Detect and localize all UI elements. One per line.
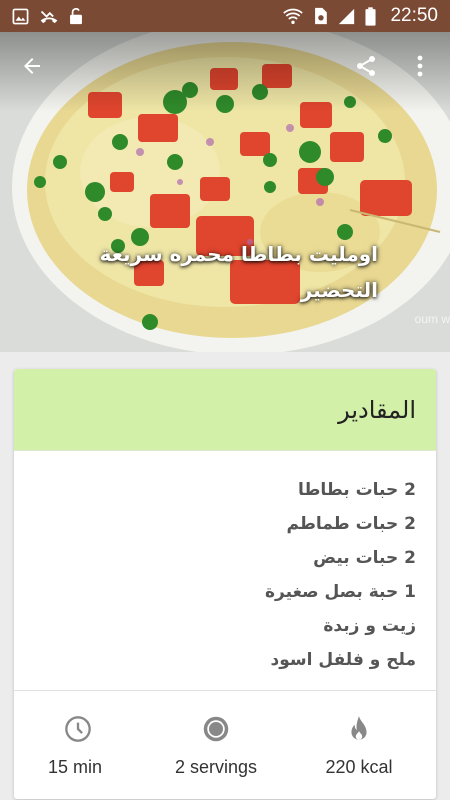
ingredient-item: 2 حبات طماطم <box>286 514 416 534</box>
ingredient-item: 2 حبات بطاطا <box>297 480 416 500</box>
app-bar <box>0 32 450 100</box>
more-options-button[interactable] <box>402 48 438 84</box>
app-bar-actions <box>348 48 438 84</box>
signal-icon <box>338 8 355 25</box>
ingredient-item: 2 حبات بيض <box>313 548 416 568</box>
share-button[interactable] <box>348 48 384 84</box>
status-left <box>12 7 83 25</box>
recipe-hero-image: اومليت بطاطا محمره سريعة التحضير oum w <box>0 32 450 352</box>
status-bar: 22:50 <box>0 0 450 32</box>
ingredients-list: 2 حبات بطاطا 2 حبات طماطم 2 حبات بيض 1 ح… <box>14 369 436 677</box>
battery-icon <box>365 6 376 26</box>
photo-watermark: oum w <box>414 312 450 326</box>
ingredients-card: المقادير 2 حبات بطاطا 2 حبات طماطم 2 حبا… <box>14 369 436 799</box>
stat-time: 15 min <box>48 691 128 799</box>
arrow-back-icon <box>24 58 40 74</box>
clock-icon <box>64 715 92 747</box>
status-right: 22:50 <box>283 5 438 27</box>
wifi-icon <box>283 8 304 25</box>
sim-icon <box>313 7 328 25</box>
recipe-title: اومليت بطاطا محمره سريعة التحضير <box>99 242 378 302</box>
ingredient-item: 1 حبة بصل صغيرة <box>265 582 416 602</box>
recipe-stats: 15 min 2 servings 220 kcal <box>14 691 436 799</box>
stat-servings: 2 servings <box>161 691 271 799</box>
servings-label: 2 servings <box>174 757 258 777</box>
flame-icon <box>346 715 372 747</box>
unlock-icon <box>69 7 83 25</box>
servings-icon <box>202 715 230 747</box>
stat-calories: 220 kcal <box>304 691 414 799</box>
missed-call-icon <box>39 8 59 25</box>
share-icon <box>357 56 375 76</box>
more-vert-icon <box>417 55 423 77</box>
ingredient-item: ملح و فلفل اسود <box>270 650 416 670</box>
status-time: 22:50 <box>390 5 438 26</box>
ingredient-item: زيت و زبدة <box>323 616 416 636</box>
image-icon <box>12 8 29 25</box>
calories-label: 220 kcal <box>325 757 393 777</box>
back-button[interactable] <box>14 48 50 84</box>
prep-time-label: 15 min <box>48 757 103 777</box>
